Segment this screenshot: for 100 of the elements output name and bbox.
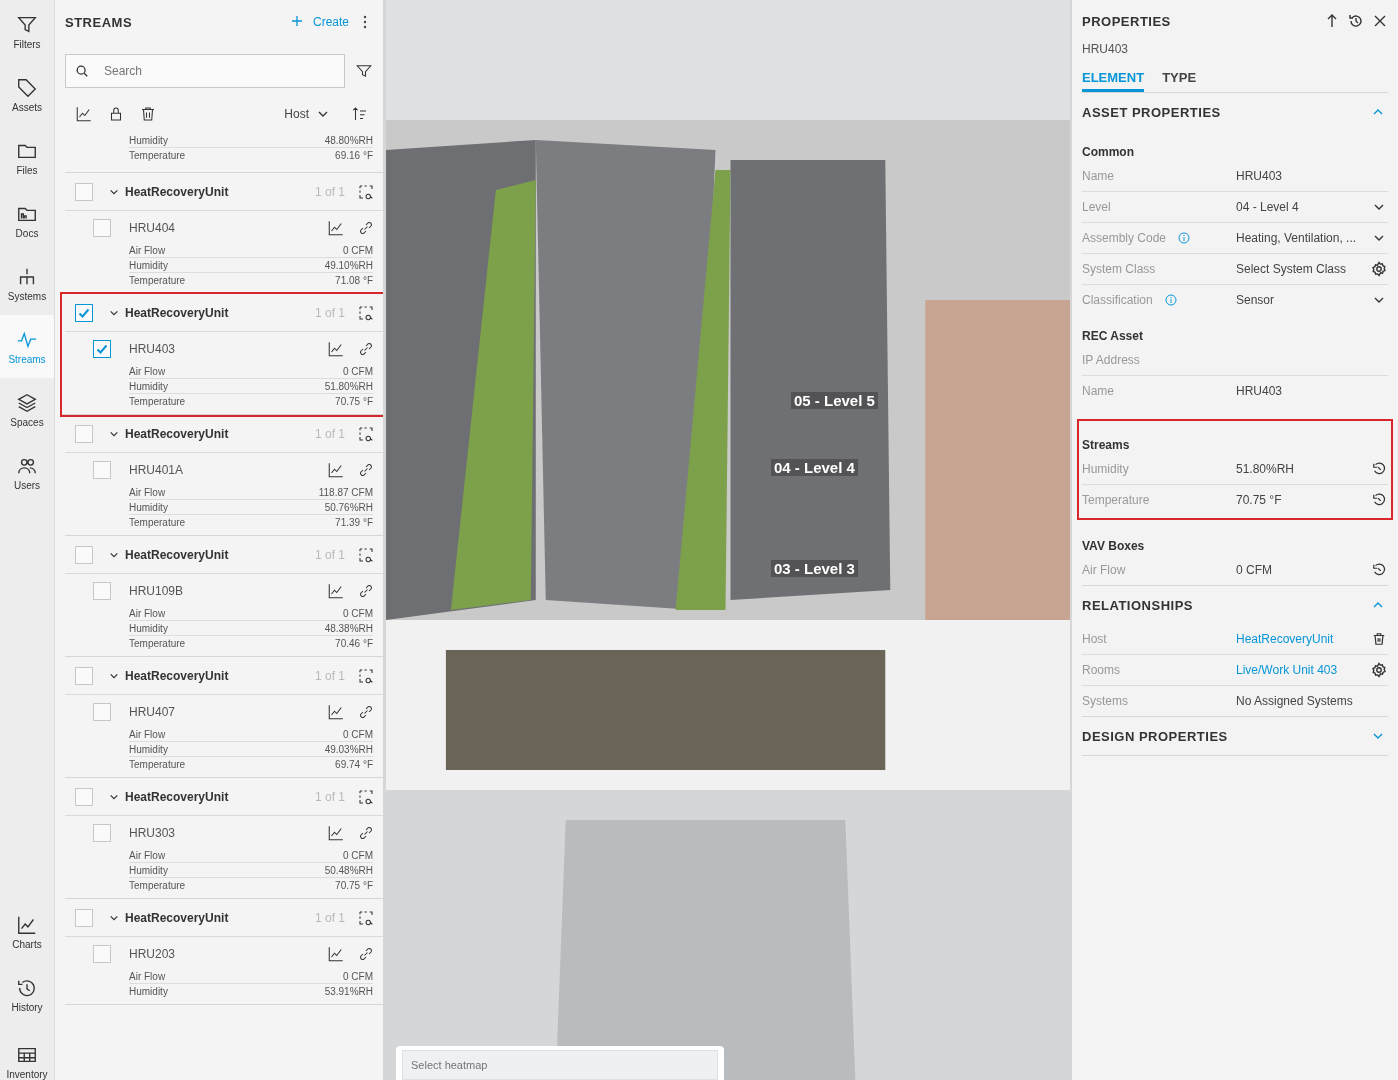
link-icon[interactable] (357, 703, 375, 721)
nav-item[interactable]: History (0, 963, 54, 1026)
reading-value: 0 CFM (343, 366, 373, 377)
reading-label: Air Flow (129, 245, 166, 256)
reset-icon[interactable] (1372, 563, 1386, 577)
reading-label: Air Flow (129, 366, 166, 377)
link-icon[interactable] (357, 340, 375, 358)
checkbox[interactable] (75, 787, 93, 806)
search-field[interactable]: Search (65, 54, 345, 88)
tab[interactable]: TYPE (1162, 70, 1197, 92)
property-label: Assembly Code (1082, 231, 1167, 245)
reset-icon[interactable] (1372, 493, 1386, 507)
chart-icon[interactable] (327, 340, 345, 358)
gear-icon[interactable] (1371, 662, 1387, 678)
reading-value: 48.80%RH (324, 135, 373, 146)
reading-label: Humidity (129, 135, 168, 146)
chart-icon[interactable] (327, 824, 345, 842)
reading-value: 0 CFM (343, 971, 373, 982)
link-icon[interactable] (357, 824, 375, 842)
plus-icon (290, 15, 303, 27)
nav-item[interactable]: Charts (0, 900, 54, 963)
chart-icon[interactable] (327, 703, 345, 721)
trash-icon[interactable] (1372, 632, 1386, 646)
nav-item[interactable]: Users (0, 441, 54, 504)
reading-label: Temperature (129, 150, 186, 161)
nav-item[interactable]: Spaces (0, 378, 54, 441)
zoom-select-icon[interactable] (357, 908, 375, 927)
property-label: IP Address (1082, 353, 1140, 367)
chart-icon[interactable] (75, 105, 93, 123)
history-icon[interactable] (1348, 13, 1364, 29)
checkbox[interactable] (93, 824, 111, 842)
zoom-select-icon[interactable] (357, 303, 375, 322)
layers-icon (16, 391, 38, 414)
chart-icon[interactable] (327, 582, 345, 600)
stream-name: HRU403 (129, 342, 177, 356)
checkbox[interactable] (75, 908, 93, 927)
host-name: HeatRecoveryUnit (125, 789, 230, 804)
nav-item[interactable]: Inventory (0, 1026, 54, 1080)
link-icon[interactable] (357, 461, 375, 479)
group-by-dropdown[interactable]: Host (284, 107, 329, 121)
reading-value: 48.38%RH (324, 623, 373, 634)
zoom-select-icon[interactable] (357, 666, 375, 685)
filter-icon[interactable] (355, 62, 373, 80)
link-icon[interactable] (357, 219, 375, 237)
reading-value: 0 CFM (343, 850, 373, 861)
checkbox[interactable] (93, 703, 111, 721)
reset-icon[interactable] (1372, 462, 1386, 476)
trash-icon[interactable] (139, 105, 157, 123)
reading-value: 70.75 °F (335, 396, 373, 407)
checkbox[interactable] (75, 545, 93, 564)
zoom-select-icon[interactable] (357, 545, 375, 564)
stream-name: HRU404 (129, 221, 177, 235)
link-icon[interactable] (357, 945, 375, 963)
gear-icon[interactable] (1371, 261, 1387, 277)
tag-icon (16, 76, 38, 99)
zoom-select-icon[interactable] (357, 424, 375, 443)
nav-item[interactable]: Systems (0, 252, 54, 315)
nav-item[interactable]: Filters (0, 0, 54, 63)
chart-icon[interactable] (327, 219, 345, 237)
checkbox[interactable] (93, 461, 111, 479)
property-value: Select System Class (1236, 262, 1348, 276)
reading-value: 70.75 °F (335, 880, 373, 891)
checkbox[interactable] (93, 219, 111, 237)
nav-item[interactable]: Docs (0, 189, 54, 252)
chart-icon[interactable] (327, 945, 345, 963)
stream-name: HRU303 (129, 826, 177, 840)
checkbox[interactable] (75, 424, 93, 443)
count-text: 1 of 1 (314, 910, 345, 925)
reading-value: 69.74 °F (335, 759, 373, 770)
count-text: 1 of 1 (314, 305, 345, 320)
nav-item[interactable]: Assets (0, 63, 54, 126)
section-title: DESIGN PROPERTIES (1082, 728, 1228, 744)
property-value: 04 - Level 4 (1236, 200, 1300, 214)
sort-icon[interactable] (351, 105, 369, 123)
checkbox[interactable] (93, 945, 111, 963)
property-label: Systems (1082, 694, 1128, 708)
count-text: 1 of 1 (314, 184, 345, 199)
property-label: Name (1082, 169, 1114, 183)
zoom-select-icon[interactable] (357, 787, 375, 806)
property-label: Rooms (1082, 663, 1120, 677)
property-label: Temperature (1082, 493, 1150, 507)
link-icon[interactable] (357, 582, 375, 600)
reading-value: 50.48%RH (324, 865, 373, 876)
heatmap-dropdown[interactable]: Select heatmap (402, 1050, 718, 1080)
reading-label: Humidity (129, 381, 168, 392)
close-icon[interactable] (1372, 13, 1388, 29)
asset-name: HRU403 (1082, 42, 1130, 56)
checkbox[interactable] (75, 666, 93, 685)
reading-value: 49.10%RH (324, 260, 373, 271)
reading-label: Air Flow (129, 850, 166, 861)
chart-icon[interactable] (327, 461, 345, 479)
stream-name: HRU401A (129, 463, 185, 477)
zoom-select-icon[interactable] (357, 182, 375, 201)
checkbox[interactable] (93, 582, 111, 600)
checkbox[interactable] (75, 182, 93, 201)
reading-label: Humidity (129, 260, 168, 271)
nav-item[interactable]: Files (0, 126, 54, 189)
reading-label: Air Flow (129, 971, 166, 982)
checkbox[interactable] (93, 340, 111, 358)
checkbox[interactable] (75, 303, 93, 322)
